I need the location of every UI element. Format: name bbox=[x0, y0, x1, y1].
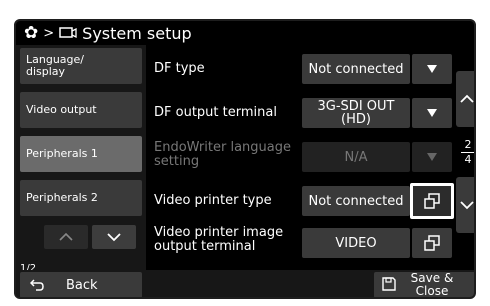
df-type-dropdown-button[interactable] bbox=[412, 54, 452, 84]
sidebar-page-up-button[interactable] bbox=[44, 225, 88, 249]
save-close-button-label: Save & Close bbox=[410, 271, 454, 298]
sidebar-item-language-display[interactable]: Language/ display bbox=[20, 48, 142, 84]
df-type-value[interactable]: Not connected bbox=[302, 54, 410, 84]
sidebar-item-label: Language/ display bbox=[26, 53, 84, 78]
page-title: System setup bbox=[82, 23, 192, 43]
video-printer-type-value-text: Not connected bbox=[308, 193, 404, 209]
video-printer-output-terminal-value[interactable]: VIDEO bbox=[302, 228, 410, 258]
df-output-terminal-label: DF output terminal bbox=[154, 105, 277, 120]
gear-icon: ✿ bbox=[24, 22, 39, 43]
save-close-button[interactable]: Save & Close bbox=[374, 271, 474, 298]
monitor-icon bbox=[59, 26, 77, 40]
system-setup-screen: ✿ > System setup Language/ display Video… bbox=[14, 19, 476, 299]
dropdown-arrow-icon bbox=[427, 153, 437, 161]
sidebar-item-label: Peripherals 1 bbox=[26, 147, 98, 160]
video-printer-output-terminal-label: Video printer image output terminal bbox=[154, 225, 284, 254]
df-output-terminal-value-text: 3G-SDI OUT (HD) bbox=[317, 99, 395, 127]
df-output-terminal-dropdown-button[interactable] bbox=[412, 98, 452, 128]
dropdown-arrow-icon bbox=[427, 109, 437, 117]
scroll-page-total: 4 bbox=[464, 153, 472, 166]
chevron-down-icon bbox=[107, 233, 121, 242]
video-printer-output-terminal-window-button[interactable] bbox=[412, 228, 452, 258]
sidebar-item-peripherals-2[interactable]: Peripherals 2 bbox=[20, 180, 142, 216]
df-type-value-text: Not connected bbox=[308, 61, 404, 77]
df-output-terminal-value[interactable]: 3G-SDI OUT (HD) bbox=[302, 98, 410, 128]
back-button[interactable]: Back bbox=[20, 272, 142, 297]
sidebar-item-peripherals-1[interactable]: Peripherals 1 bbox=[20, 136, 142, 172]
video-printer-type-window-button[interactable] bbox=[410, 183, 454, 219]
breadcrumb-separator: > bbox=[43, 25, 55, 41]
scroll-up-button[interactable] bbox=[456, 71, 474, 127]
scroll-page-indicator: 2 4 bbox=[459, 138, 474, 166]
floppy-icon bbox=[382, 276, 396, 294]
dropdown-arrow-icon bbox=[427, 65, 437, 73]
scroll-down-button[interactable] bbox=[456, 177, 474, 233]
titlebar: ✿ > System setup bbox=[16, 21, 474, 45]
endowriter-language-value: N/A bbox=[302, 142, 410, 172]
chevron-up-icon bbox=[460, 94, 474, 103]
scroll-page-current: 2 bbox=[464, 138, 472, 151]
sidebar-page-down-button[interactable] bbox=[92, 225, 136, 249]
chevron-down-icon bbox=[460, 201, 474, 210]
endowriter-language-dropdown-button bbox=[412, 142, 452, 172]
sidebar-item-label: Peripherals 2 bbox=[26, 191, 98, 204]
chevron-up-icon bbox=[59, 232, 73, 241]
endowriter-language-label: EndoWriter language setting bbox=[154, 140, 291, 169]
sidebar-item-label: Video output bbox=[26, 103, 97, 116]
video-printer-type-label: Video printer type bbox=[154, 193, 272, 208]
back-button-label: Back bbox=[66, 277, 98, 293]
window-icon bbox=[424, 235, 440, 251]
sidebar: Language/ display Video output Periphera… bbox=[16, 45, 146, 274]
window-icon bbox=[424, 193, 440, 209]
video-printer-output-terminal-value-text: VIDEO bbox=[335, 235, 377, 251]
df-type-label: DF type bbox=[154, 61, 205, 76]
endowriter-language-value-text: N/A bbox=[344, 149, 368, 165]
sidebar-item-video-output[interactable]: Video output bbox=[20, 92, 142, 128]
back-arrow-icon bbox=[29, 276, 44, 295]
bottom-bar: Back Save & Close bbox=[16, 270, 474, 298]
video-printer-type-value[interactable]: Not connected bbox=[302, 186, 410, 216]
